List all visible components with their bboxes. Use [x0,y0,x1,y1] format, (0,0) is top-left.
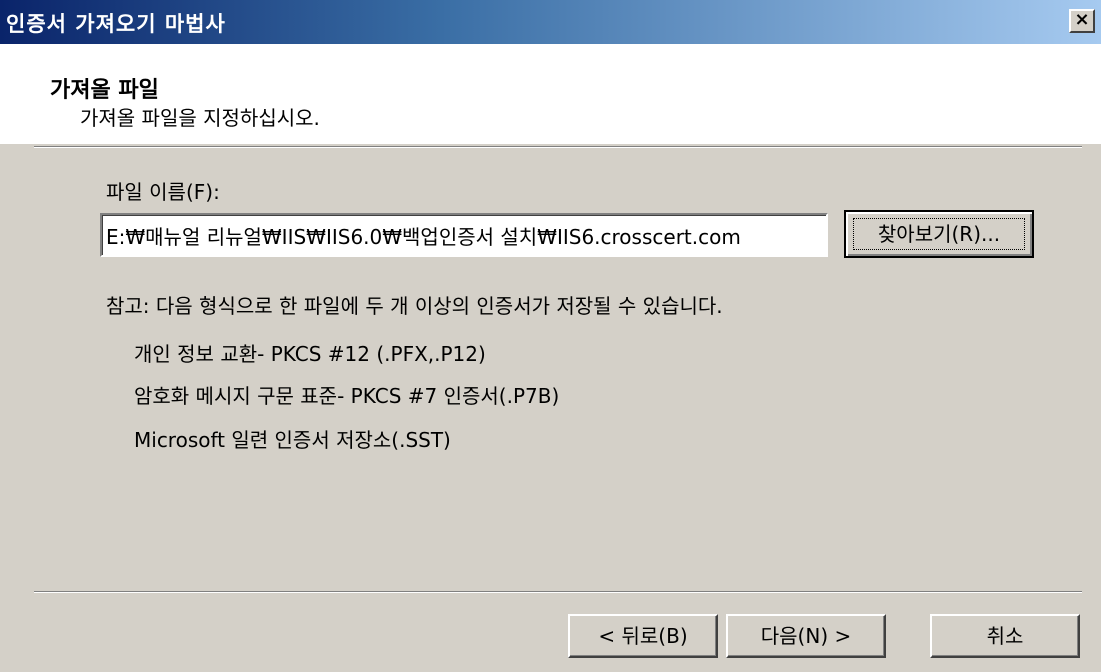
format-item-p7b: 암호화 메시지 구문 표준- PKCS #7 인증서(.P7B) [134,384,560,408]
header-divider [34,146,1082,148]
back-button[interactable]: < 뒤로(B) [568,614,718,658]
wizard-header: 가져올 파일 가져올 파일을 지정하십시오. [0,44,1101,144]
note-text: 참고: 다음 형식으로 한 파일에 두 개 이상의 인증서가 저장될 수 있습니… [106,294,723,318]
cancel-button-label: 취소 [986,624,1024,648]
close-button[interactable]: × [1069,9,1095,33]
page-subtitle: 가져올 파일을 지정하십시오. [80,106,320,130]
next-button[interactable]: 다음(N) > [726,614,886,658]
format-item-pfx: 개인 정보 교환- PKCS #12 (.PFX,.P12) [134,342,486,366]
title-bar[interactable]: 인증서 가져오기 마법사 × [0,0,1101,44]
cancel-button[interactable]: 취소 [930,614,1080,658]
window-title: 인증서 가져오기 마법사 [6,12,226,36]
import-wizard-window: 인증서 가져오기 마법사 × 가져올 파일 가져올 파일을 지정하십시오. 파일… [0,0,1101,672]
file-name-label: 파일 이름(F): [106,180,220,204]
back-button-label: < 뒤로(B) [598,624,688,648]
format-item-sst: Microsoft 일련 인증서 저장소(.SST) [134,428,451,452]
file-name-input[interactable] [100,213,828,257]
footer-divider [34,591,1082,593]
page-title: 가져올 파일 [50,78,159,103]
focus-rect [853,218,1025,250]
browse-button[interactable]: 찾아보기(R)... [844,210,1034,258]
close-icon: × [1074,9,1090,30]
next-button-label: 다음(N) > [760,624,852,648]
